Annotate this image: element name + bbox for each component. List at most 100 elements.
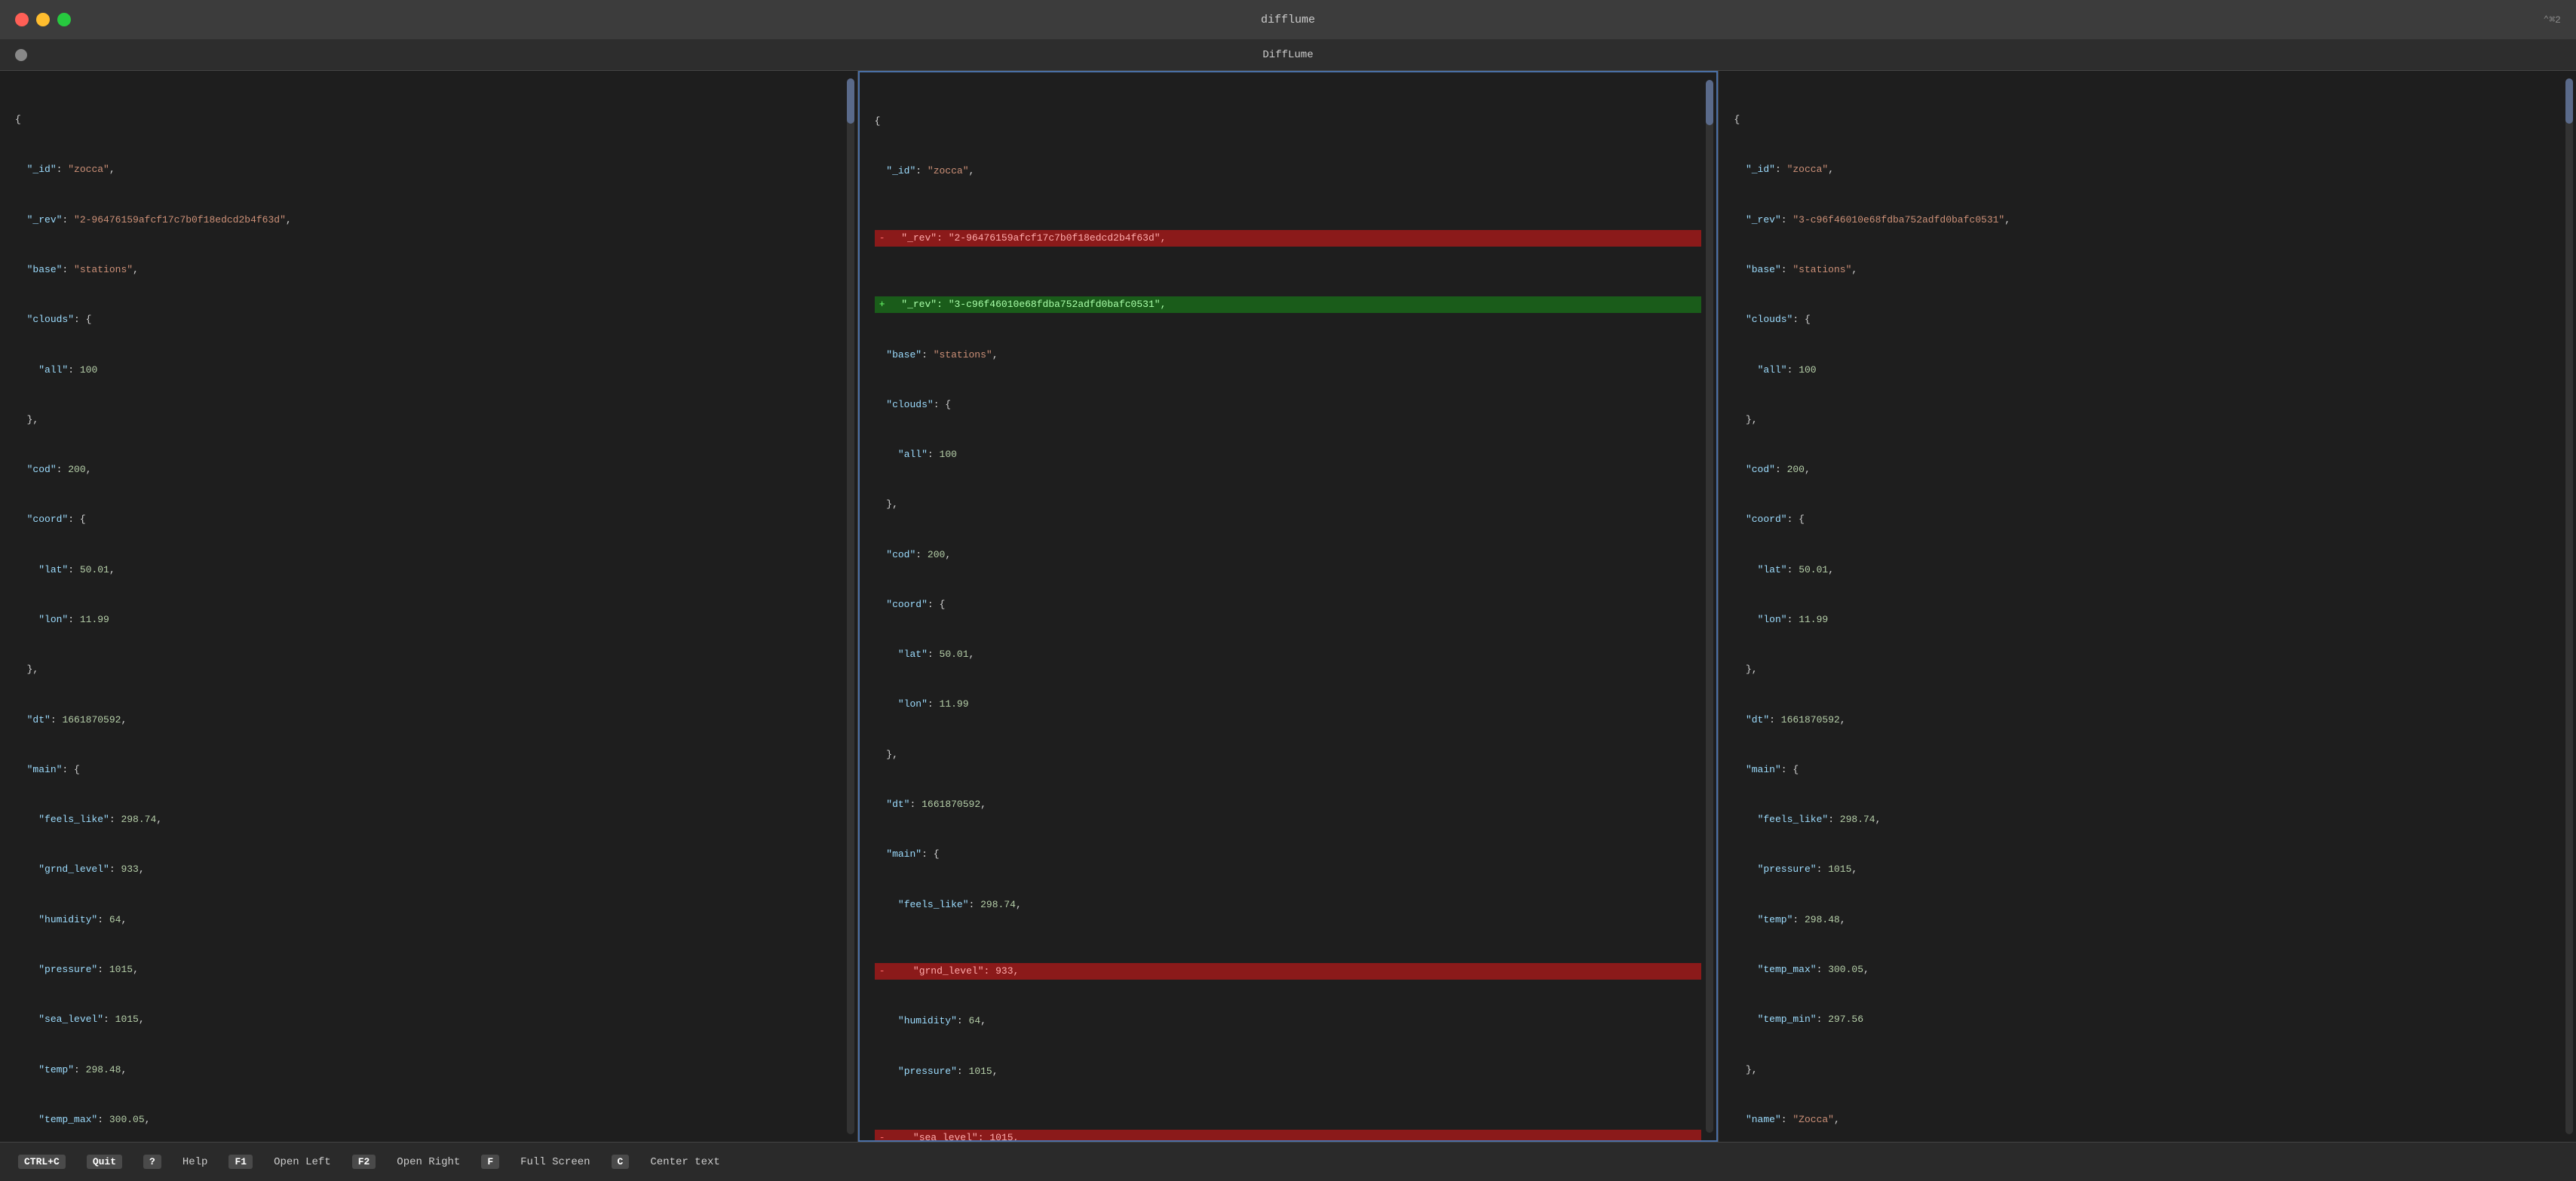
statusbar-help-q[interactable]: ? xyxy=(133,1150,172,1173)
panel-right: { "_id": "zocca", "_rev": "3-c96f46010e6… xyxy=(1718,71,2576,1142)
statusbar-quit[interactable]: Quit xyxy=(76,1150,133,1173)
statusbar-help[interactable]: Help xyxy=(172,1152,219,1173)
key-f: F xyxy=(481,1155,499,1169)
list-item: "lon": 11.99 xyxy=(1734,612,2561,628)
window-controls[interactable] xyxy=(15,13,71,26)
statusbar-f1[interactable]: F1 xyxy=(218,1150,263,1173)
statusbar-f-key[interactable]: F xyxy=(471,1150,510,1173)
left-scrollbar-thumb[interactable] xyxy=(847,78,854,124)
list-item: "coord": { xyxy=(875,597,1702,613)
panel-center: { "_id": "zocca", - "_rev": "2-96476159a… xyxy=(858,71,1719,1142)
center-scrollbar[interactable] xyxy=(1706,80,1713,1133)
list-item: "lon": 11.99 xyxy=(875,696,1702,713)
list-item: "clouds": { xyxy=(1734,311,2561,328)
label-open-left: Open Left xyxy=(274,1156,331,1168)
statusbar-center-text[interactable]: Center text xyxy=(639,1152,730,1173)
minimize-button[interactable] xyxy=(36,13,50,26)
app-header: DiffLume xyxy=(0,39,2576,71)
list-item: "pressure": 1015, xyxy=(875,1063,1702,1080)
list-item: "grnd_level": 933, xyxy=(15,861,842,878)
list-item: "all": 100 xyxy=(15,362,842,379)
list-item: "lat": 50.01, xyxy=(1734,562,2561,578)
statusbar-open-left[interactable]: Open Left xyxy=(263,1152,342,1173)
label-fullscreen: Full Screen xyxy=(520,1156,590,1168)
titlebar: difflume ⌃⌘2 xyxy=(0,0,2576,39)
center-code: { "_id": "zocca", - "_rev": "2-96476159a… xyxy=(875,80,1702,1142)
statusbar-f2[interactable]: F2 xyxy=(342,1150,387,1173)
list-item: "dt": 1661870592, xyxy=(1734,712,2561,729)
main-content: { "_id": "zocca", "_rev": "2-96476159afc… xyxy=(0,71,2576,1142)
list-item: "all": 100 xyxy=(875,446,1702,463)
statusbar-ctrl-c[interactable]: CTRL+C xyxy=(8,1150,76,1173)
list-item: "humidity": 64, xyxy=(875,1013,1702,1029)
list-item: "base": "stations", xyxy=(1734,262,2561,278)
list-item: }, xyxy=(1734,1062,2561,1078)
list-item: }, xyxy=(1734,661,2561,678)
list-item: "lon": 11.99 xyxy=(15,612,842,628)
list-item: "clouds": { xyxy=(15,311,842,328)
app-header-title: DiffLume xyxy=(1262,49,1313,61)
statusbar-c-key[interactable]: C xyxy=(601,1150,640,1173)
list-item: }, xyxy=(1734,412,2561,428)
titlebar-title: difflume xyxy=(1261,14,1315,26)
list-item: "_id": "zocca", xyxy=(15,161,842,178)
list-item-added: + "_rev": "3-c96f46010e68fdba752adfd0baf… xyxy=(875,296,1702,313)
list-item: }, xyxy=(875,747,1702,763)
list-item: "dt": 1661870592, xyxy=(875,796,1702,813)
key-f2: F2 xyxy=(352,1155,376,1169)
key-q: ? xyxy=(143,1155,161,1169)
right-scrollbar-thumb[interactable] xyxy=(2565,78,2573,124)
label-open-right: Open Right xyxy=(397,1156,460,1168)
list-item: "lat": 50.01, xyxy=(875,646,1702,663)
list-item: "temp": 298.48, xyxy=(15,1062,842,1078)
label-help: Help xyxy=(182,1156,208,1168)
list-item: "all": 100 xyxy=(1734,362,2561,379)
list-item: }, xyxy=(15,412,842,428)
list-item: { xyxy=(875,113,1702,130)
list-item: }, xyxy=(15,661,842,678)
list-item: "sea_level": 1015, xyxy=(15,1011,842,1028)
list-item: "cod": 200, xyxy=(15,462,842,478)
list-item: "coord": { xyxy=(15,511,842,528)
list-item: "pressure": 1015, xyxy=(15,962,842,978)
header-dot xyxy=(15,49,27,61)
list-item: "_id": "zocca", xyxy=(1734,161,2561,178)
key-quit: Quit xyxy=(87,1155,122,1169)
list-item-removed: - "grnd_level": 933, xyxy=(875,963,1702,980)
right-code: { "_id": "zocca", "_rev": "3-c96f46010e6… xyxy=(1734,78,2561,1142)
left-scrollbar[interactable] xyxy=(847,78,854,1134)
left-code: { "_id": "zocca", "_rev": "2-96476159afc… xyxy=(15,78,842,1142)
close-button[interactable] xyxy=(15,13,29,26)
list-item-removed: - "_rev": "2-96476159afcf17c7b0f18edcd2b… xyxy=(875,230,1702,247)
list-item: "name": "Zocca", xyxy=(1734,1112,2561,1128)
key-c: C xyxy=(612,1155,630,1169)
maximize-button[interactable] xyxy=(57,13,71,26)
panel-left: { "_id": "zocca", "_rev": "2-96476159afc… xyxy=(0,71,858,1142)
list-item: "coord": { xyxy=(1734,511,2561,528)
right-scrollbar[interactable] xyxy=(2565,78,2573,1134)
list-item: "main": { xyxy=(1734,762,2561,778)
center-scrollbar-thumb[interactable] xyxy=(1706,80,1713,125)
list-item: "_id": "zocca", xyxy=(875,163,1702,179)
list-item: "temp_min": 297.56 xyxy=(1734,1011,2561,1028)
list-item: "base": "stations", xyxy=(15,262,842,278)
list-item: "_rev": "3-c96f46010e68fdba752adfd0bafc0… xyxy=(1734,212,2561,229)
statusbar-open-right[interactable]: Open Right xyxy=(386,1152,471,1173)
list-item: "dt": 1661870592, xyxy=(15,712,842,729)
list-item: "main": { xyxy=(15,762,842,778)
key-f1: F1 xyxy=(228,1155,253,1169)
list-item: "_rev": "2-96476159afcf17c7b0f18edcd2b4f… xyxy=(15,212,842,229)
list-item: "base": "stations", xyxy=(875,347,1702,364)
list-item: "cod": 200, xyxy=(875,547,1702,563)
list-item: "feels_like": 298.74, xyxy=(1734,811,2561,828)
list-item: "temp_max": 300.05, xyxy=(1734,962,2561,978)
list-item-removed: - "sea_level": 1015, xyxy=(875,1130,1702,1142)
label-center-text: Center text xyxy=(650,1156,719,1168)
list-item: "pressure": 1015, xyxy=(1734,861,2561,878)
list-item: "main": { xyxy=(875,846,1702,863)
list-item: }, xyxy=(875,496,1702,513)
list-item: "clouds": { xyxy=(875,397,1702,413)
statusbar-fullscreen[interactable]: Full Screen xyxy=(510,1152,600,1173)
list-item: "cod": 200, xyxy=(1734,462,2561,478)
list-item: "feels_like": 298.74, xyxy=(15,811,842,828)
